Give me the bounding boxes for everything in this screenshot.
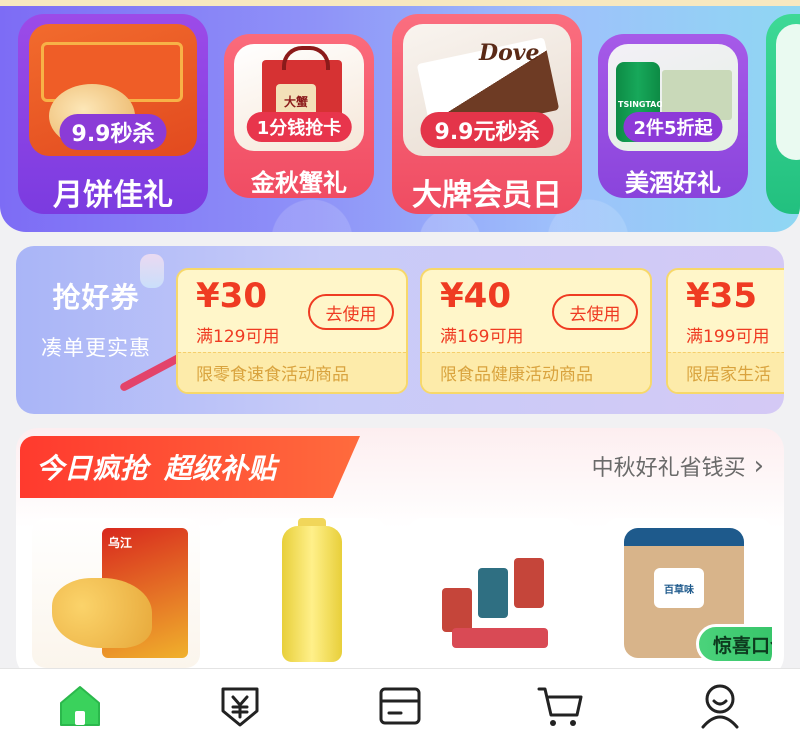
promo-card-crab[interactable]: 大蟹 1分钱抢卡 金秋蟹礼 xyxy=(224,34,374,198)
gift-box-base-art xyxy=(452,628,548,648)
bottom-nav xyxy=(0,668,800,742)
promo-card-mooncake[interactable]: 9.9秒杀 月饼佳礼 xyxy=(18,14,208,214)
nav-home[interactable] xyxy=(50,676,110,736)
profile-icon xyxy=(701,684,739,728)
coupon-card-partial[interactable]: ¥35 满199可用 限居家生活 xyxy=(666,268,784,394)
promo-title: 月饼佳礼 xyxy=(53,178,173,213)
coupon-heading-block: 抢好券 凑单更实惠 xyxy=(16,276,176,362)
use-coupon-button[interactable]: 去使用 xyxy=(308,294,394,330)
nav-card[interactable] xyxy=(370,676,430,736)
flash-sale-subtitle: 超级补贴 xyxy=(164,452,277,485)
home-icon xyxy=(60,685,100,726)
nav-coupons[interactable] xyxy=(210,676,270,736)
coupon-limit: 限零食速食活动商品 xyxy=(178,352,406,392)
sale-more-link[interactable]: 中秋好礼省钱买 › xyxy=(592,450,764,482)
sale-more-label: 中秋好礼省钱买 xyxy=(591,456,746,481)
product-food-art xyxy=(52,578,152,648)
flash-sale-label: 今日疯抢 超级补贴 xyxy=(20,436,360,498)
coupon-subheading: 凑单更实惠 xyxy=(41,336,151,360)
dove-logo: Dove xyxy=(479,40,540,66)
coupon-condition: 满169可用 xyxy=(440,327,524,347)
use-coupon-button[interactable]: 去使用 xyxy=(552,294,638,330)
product-image-partial xyxy=(776,24,800,160)
coupon-condition: 满199可用 xyxy=(686,327,770,347)
product-card[interactable] xyxy=(218,518,386,668)
gift-boxes-art xyxy=(432,548,552,648)
coupon-amount: ¥30 xyxy=(196,276,267,316)
coupon-section: 抢好券 凑单更实惠 ¥30 满129可用 去使用 限零食速食活动商品 ¥40 满… xyxy=(16,246,784,414)
coupon-limit: 限食品健康活动商品 xyxy=(422,352,650,392)
promo-title: 美酒好礼 xyxy=(625,169,721,197)
coupon-card[interactable]: ¥30 满129可用 去使用 限零食速食活动商品 xyxy=(176,268,408,394)
promo-title: 金秋蟹礼 xyxy=(251,169,347,197)
gift-box-art xyxy=(478,568,508,618)
flash-sale-section: 今日疯抢 超级补贴 中秋好礼省钱买 › 乌江 百草味 惊喜口令 xyxy=(16,428,784,678)
promo-tag: 2件5折起 xyxy=(623,112,723,142)
promo-tag: 1分钱抢卡 xyxy=(246,112,352,142)
coupon-card[interactable]: ¥40 满169可用 去使用 限食品健康活动商品 xyxy=(420,268,652,394)
coupon-amount: ¥35 xyxy=(686,276,757,316)
promo-card-partial[interactable] xyxy=(766,14,800,214)
flash-sale-title: 今日疯抢 xyxy=(36,452,149,485)
gift-box-art xyxy=(442,588,472,632)
coupon-limit: 限居家生活 xyxy=(668,352,784,392)
oil-bottle-art xyxy=(282,526,342,662)
promo-tag: 9.9秒杀 xyxy=(59,114,167,150)
coupon-heading: 抢好券 xyxy=(52,281,140,314)
promo-title: 大牌会员日 xyxy=(412,178,562,213)
card-icon xyxy=(379,687,421,724)
gift-box-art xyxy=(514,558,544,608)
product-card[interactable]: 百草味 惊喜口令 xyxy=(604,518,772,668)
promo-tag: 9.9元秒杀 xyxy=(420,112,554,148)
promo-card-member-day[interactable]: Dove 9.9元秒杀 大牌会员日 xyxy=(392,14,582,214)
yuan-coupon-icon xyxy=(221,687,259,726)
coupon-amount: ¥40 xyxy=(440,276,511,316)
nav-cart[interactable] xyxy=(530,676,590,736)
promo-banner: 9.9秒杀 月饼佳礼 大蟹 1分钱抢卡 金秋蟹礼 Dove 9.9元秒杀 大牌会… xyxy=(0,0,800,232)
promo-card-wine[interactable]: TSINGTAO 2件5折起 美酒好礼 xyxy=(598,34,748,198)
cart-icon xyxy=(537,687,583,726)
beer-brand-text: TSINGTAO xyxy=(618,100,664,109)
nav-profile[interactable] xyxy=(690,676,750,736)
coupon-condition: 满129可用 xyxy=(196,327,280,347)
jar-label: 百草味 xyxy=(654,568,704,608)
product-card[interactable]: 乌江 xyxy=(32,518,200,668)
product-card[interactable] xyxy=(408,518,576,668)
surprise-code-badge[interactable]: 惊喜口令 xyxy=(696,624,772,664)
chevron-right-icon: › xyxy=(753,451,764,481)
